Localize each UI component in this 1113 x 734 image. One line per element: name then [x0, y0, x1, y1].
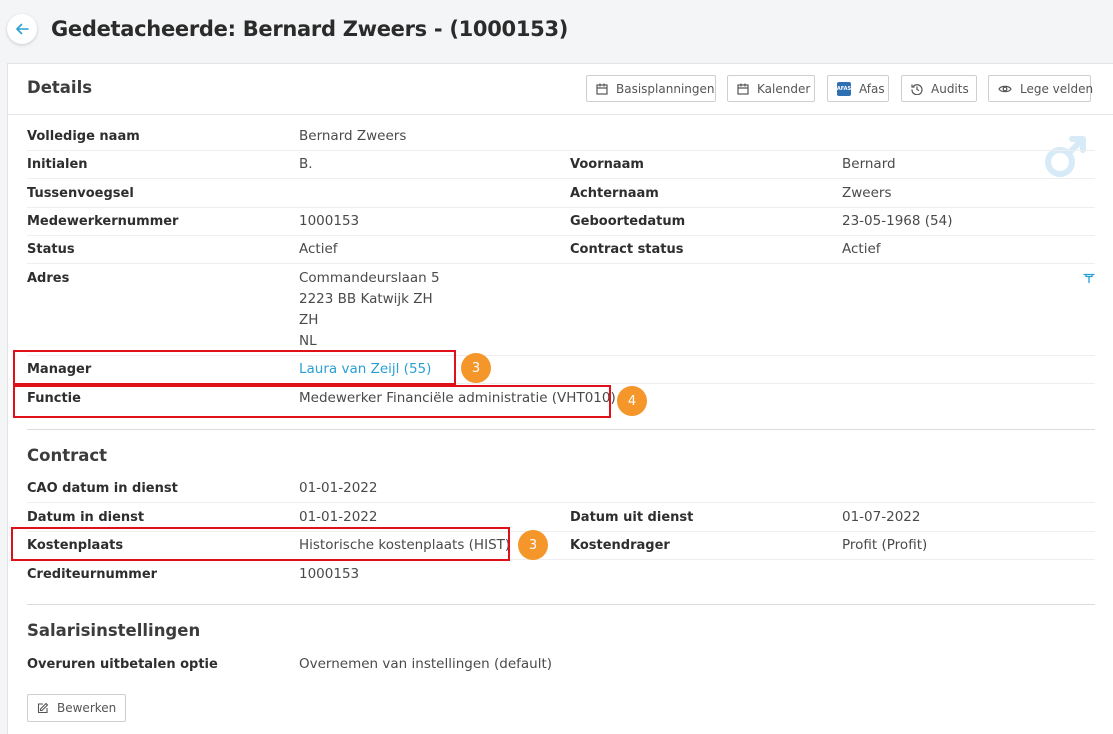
label-adres: Adres: [27, 271, 70, 286]
highlight-manager: [13, 350, 456, 385]
label-achternaam: Achternaam: [570, 186, 659, 201]
address-block: Commandeurslaan 5 2223 BB Katwijk ZH ZH …: [299, 268, 440, 352]
label-datum-uit-dienst: Datum uit dienst: [570, 510, 694, 525]
address-line: ZH: [299, 312, 319, 328]
calendar-icon: [737, 83, 749, 95]
address-line: NL: [299, 333, 317, 349]
value-status: Actief: [299, 241, 338, 257]
value-volledige-naam: Bernard Zweers: [299, 128, 407, 144]
map-pin-icon[interactable]: [1083, 272, 1095, 284]
address-line: 2223 BB Katwijk ZH: [299, 291, 433, 307]
label-status: Status: [27, 242, 75, 257]
badge-kostenplaats: 3: [518, 530, 548, 560]
value-initialen: B.: [299, 156, 313, 172]
kalender-label: Kalender: [757, 81, 811, 96]
row-adres: Adres Commandeurslaan 5 2223 BB Katwijk …: [27, 264, 1095, 356]
row-status: Status Actief Contract status Actief: [27, 236, 1095, 264]
label-contract-status: Contract status: [570, 242, 684, 257]
eye-icon: [998, 85, 1012, 92]
afas-label: Afas: [859, 81, 885, 96]
value-geboortedatum: 23-05-1968 (54): [842, 213, 953, 229]
value-overuren: Overnemen van instellingen (default): [299, 656, 553, 672]
value-voornaam: Bernard: [842, 156, 896, 172]
lege-velden-button[interactable]: Lege velden: [988, 75, 1094, 102]
label-crediteurnummer: Crediteurnummer: [27, 567, 158, 582]
section-divider: [27, 604, 1095, 605]
basisplanningen-button[interactable]: Basisplanningen: [586, 75, 716, 102]
back-button[interactable]: [7, 14, 37, 44]
value-datum-uit-dienst: 01-07-2022: [842, 509, 921, 525]
highlight-kostenplaats: [11, 527, 510, 561]
badge-functie: 4: [617, 386, 647, 416]
basisplanningen-label: Basisplanningen: [616, 81, 715, 96]
value-medewerkernummer: 1000153: [299, 213, 360, 229]
value-crediteurnummer: 1000153: [299, 566, 360, 582]
row-overuren: Overuren uitbetalen optie Overnemen van …: [27, 651, 1095, 679]
label-overuren: Overuren uitbetalen optie: [27, 657, 218, 672]
edit-icon: [37, 702, 49, 714]
row-tussenvoegsel: Tussenvoegsel Achternaam Zweers: [27, 180, 1095, 208]
page-title: Gedetacheerde: Bernard Zweers - (1000153…: [51, 17, 569, 41]
row-cao-datum: CAO datum in dienst 01-01-2022: [27, 475, 1095, 503]
details-header: Details Basisplanningen Kalender AFAS Af…: [8, 64, 1113, 115]
label-geboortedatum: Geboortedatum: [570, 214, 686, 229]
details-title: Details: [27, 78, 93, 97]
label-volledige-naam: Volledige naam: [27, 129, 140, 144]
audits-label: Audits: [931, 81, 969, 96]
label-cao-datum: CAO datum in dienst: [27, 481, 178, 496]
row-crediteurnummer: Crediteurnummer 1000153: [27, 561, 1095, 589]
audits-button[interactable]: Audits: [901, 75, 977, 102]
row-medewerkernummer: Medewerkernummer 1000153 Geboortedatum 2…: [27, 208, 1095, 236]
lege-velden-label: Lege velden: [1020, 81, 1094, 96]
label-medewerkernummer: Medewerkernummer: [27, 214, 179, 229]
label-voornaam: Voornaam: [570, 157, 644, 172]
afas-button[interactable]: AFAS Afas: [827, 75, 889, 102]
salaris-title: Salarisinstellingen: [27, 621, 201, 640]
section-divider: [27, 429, 1095, 430]
edit-button[interactable]: Bewerken: [27, 694, 127, 722]
top-bar: Gedetacheerde: Bernard Zweers - (1000153…: [0, 0, 1113, 62]
label-initialen: Initialen: [27, 157, 88, 172]
label-datum-in-dienst: Datum in dienst: [27, 510, 145, 525]
row-volledige-naam: Volledige naam Bernard Zweers: [27, 123, 1095, 151]
contract-title: Contract: [27, 446, 108, 465]
value-datum-in-dienst: 01-01-2022: [299, 509, 378, 525]
highlight-functie: [13, 385, 611, 418]
edit-label: Bewerken: [57, 701, 117, 715]
value-cao-datum: 01-01-2022: [299, 480, 378, 496]
badge-manager: 3: [461, 353, 491, 383]
row-initialen: Initialen B. Voornaam Bernard: [27, 151, 1095, 179]
history-icon: [911, 83, 923, 95]
calendar-icon: [596, 83, 608, 95]
label-tussenvoegsel: Tussenvoegsel: [27, 186, 134, 201]
label-kostendrager: Kostendrager: [570, 538, 670, 553]
value-kostendrager: Profit (Profit): [842, 537, 928, 553]
value-achternaam: Zweers: [842, 185, 892, 201]
afas-logo-icon: AFAS: [837, 81, 851, 96]
address-line: Commandeurslaan 5: [299, 270, 440, 286]
arrow-left-icon: [16, 23, 29, 35]
kalender-button[interactable]: Kalender: [727, 75, 815, 102]
value-contract-status: Actief: [842, 241, 881, 257]
